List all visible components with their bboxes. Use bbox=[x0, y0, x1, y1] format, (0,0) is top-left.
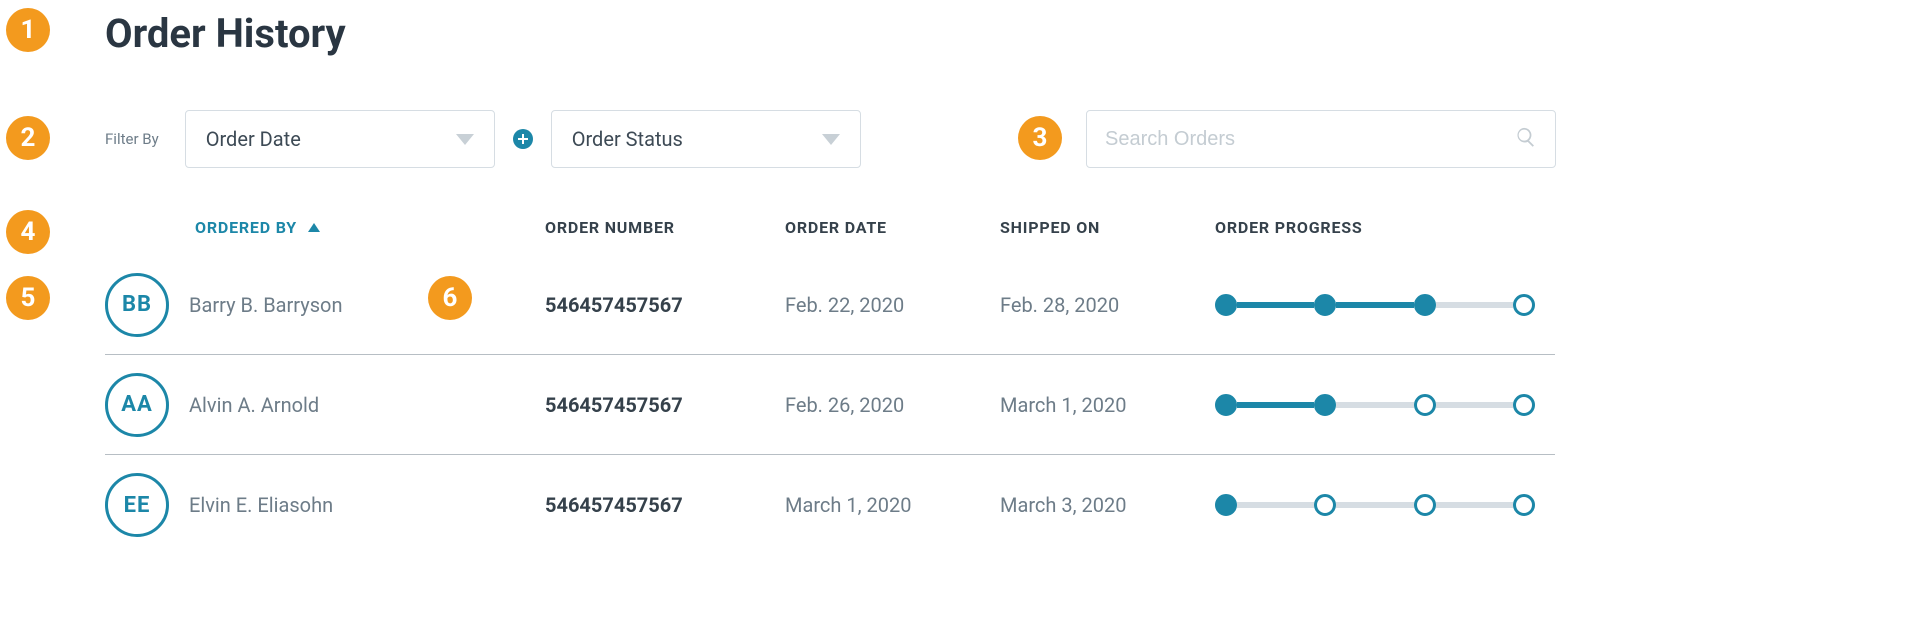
column-header-order-date[interactable]: ORDER DATE bbox=[785, 218, 1000, 237]
filter-order-status-select[interactable]: Order Status bbox=[551, 110, 861, 168]
progress-step bbox=[1513, 394, 1535, 416]
ordered-by-name: Elvin E. Eliasohn bbox=[189, 493, 333, 517]
progress-segment bbox=[1237, 402, 1314, 408]
order-date-value: Feb. 26, 2020 bbox=[785, 393, 1000, 417]
chevron-down-icon bbox=[822, 134, 840, 145]
filter-order-date-value: Order Date bbox=[206, 127, 301, 151]
annotation-badge-5: 5 bbox=[6, 276, 50, 320]
ordered-by-name: Barry B. Barryson bbox=[189, 293, 343, 317]
progress-segment bbox=[1336, 502, 1413, 508]
column-header-ordered-by[interactable]: ORDERED BY bbox=[105, 218, 545, 237]
progress-step bbox=[1215, 294, 1237, 316]
progress-step bbox=[1314, 294, 1336, 316]
table-row[interactable]: BB Barry B. Barryson 546457457567 Feb. 2… bbox=[105, 255, 1555, 355]
progress-segment bbox=[1237, 302, 1314, 308]
order-progress-indicator bbox=[1215, 294, 1535, 316]
table-header-row: ORDERED BY ORDER NUMBER ORDER DATE SHIPP… bbox=[105, 218, 1555, 255]
column-header-shipped-on[interactable]: SHIPPED ON bbox=[1000, 218, 1215, 237]
order-number-value: 546457457567 bbox=[545, 493, 785, 517]
progress-step bbox=[1314, 394, 1336, 416]
filter-order-date-select[interactable]: Order Date bbox=[185, 110, 495, 168]
progress-segment bbox=[1436, 302, 1513, 308]
progress-step bbox=[1414, 394, 1436, 416]
annotation-badge-3: 3 bbox=[1018, 116, 1062, 160]
ordered-by-name: Alvin A. Arnold bbox=[189, 393, 319, 417]
progress-segment bbox=[1436, 502, 1513, 508]
sort-asc-icon bbox=[308, 223, 320, 232]
order-date-value: March 1, 2020 bbox=[785, 493, 1000, 517]
add-filter-button[interactable] bbox=[513, 129, 533, 149]
order-date-value: Feb. 22, 2020 bbox=[785, 293, 1000, 317]
column-header-ordered-by-label: ORDERED BY bbox=[195, 218, 297, 237]
progress-step bbox=[1513, 294, 1535, 316]
progress-segment bbox=[1436, 402, 1513, 408]
column-header-order-progress[interactable]: ORDER PROGRESS bbox=[1215, 218, 1555, 237]
order-progress-indicator bbox=[1215, 494, 1535, 516]
progress-segment bbox=[1336, 402, 1413, 408]
avatar: EE bbox=[105, 473, 169, 537]
search-orders-field[interactable] bbox=[1086, 110, 1556, 168]
progress-step bbox=[1414, 294, 1436, 316]
progress-segment bbox=[1237, 502, 1314, 508]
order-progress-indicator bbox=[1215, 394, 1535, 416]
avatar: BB bbox=[105, 273, 169, 337]
progress-step bbox=[1414, 494, 1436, 516]
filter-by-label: Filter By bbox=[105, 130, 159, 148]
annotation-badge-1: 1 bbox=[6, 8, 50, 52]
progress-step bbox=[1314, 494, 1336, 516]
order-number-value: 546457457567 bbox=[545, 293, 785, 317]
shipped-on-value: Feb. 28, 2020 bbox=[1000, 293, 1215, 317]
progress-segment bbox=[1336, 302, 1413, 308]
table-row[interactable]: AA Alvin A. Arnold 546457457567 Feb. 26,… bbox=[105, 355, 1555, 455]
table-row[interactable]: EE Elvin E. Eliasohn 546457457567 March … bbox=[105, 455, 1555, 555]
shipped-on-value: March 1, 2020 bbox=[1000, 393, 1215, 417]
column-header-order-number[interactable]: ORDER NUMBER bbox=[545, 218, 785, 237]
search-input[interactable] bbox=[1105, 128, 1515, 151]
annotation-badge-2: 2 bbox=[6, 116, 50, 160]
progress-step bbox=[1513, 494, 1535, 516]
progress-step bbox=[1215, 394, 1237, 416]
annotation-badge-4: 4 bbox=[6, 210, 50, 254]
filter-bar: Filter By Order Date Order Status bbox=[105, 110, 861, 168]
chevron-down-icon bbox=[456, 134, 474, 145]
progress-step bbox=[1215, 494, 1237, 516]
search-icon bbox=[1515, 126, 1537, 152]
filter-order-status-value: Order Status bbox=[572, 127, 683, 151]
shipped-on-value: March 3, 2020 bbox=[1000, 493, 1215, 517]
avatar: AA bbox=[105, 373, 169, 437]
order-number-value: 546457457567 bbox=[545, 393, 785, 417]
orders-table: ORDERED BY ORDER NUMBER ORDER DATE SHIPP… bbox=[105, 218, 1555, 555]
page-title: Order History bbox=[105, 10, 346, 57]
